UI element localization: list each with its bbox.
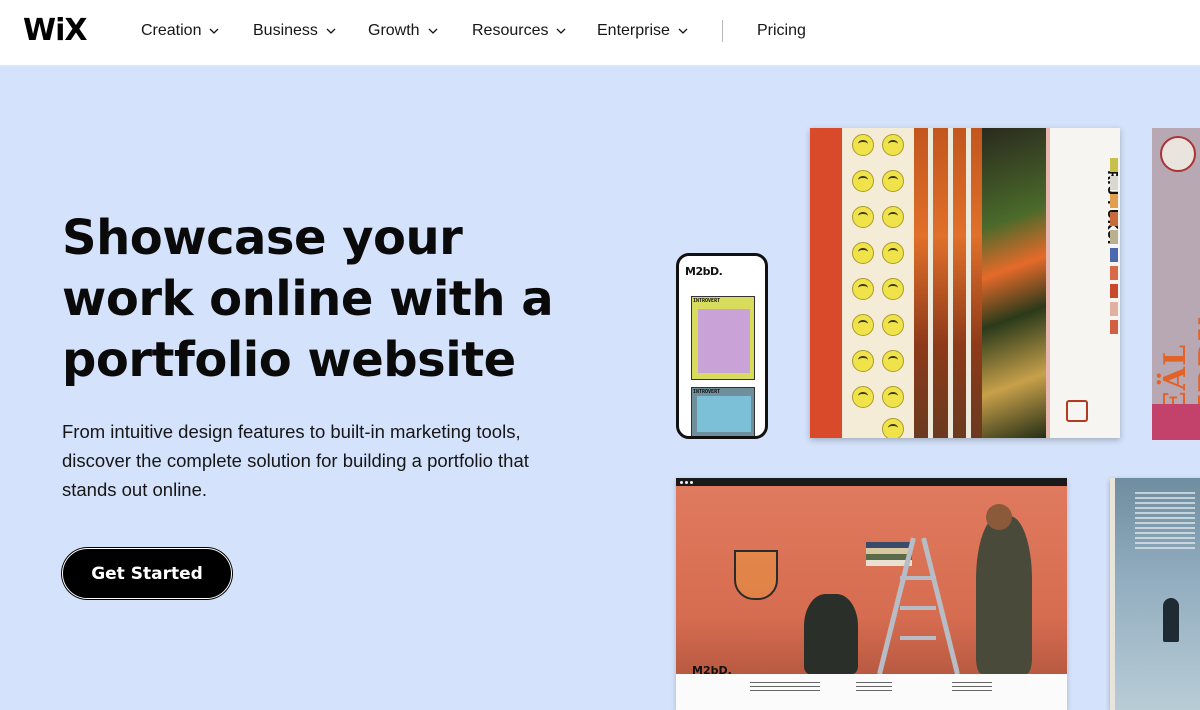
phone-artwork-card bbox=[691, 296, 755, 380]
chevron-down-icon bbox=[326, 28, 336, 34]
person-welder bbox=[804, 594, 858, 674]
nav-resources-label: Resources bbox=[472, 22, 549, 39]
nav-business[interactable]: Business bbox=[253, 21, 337, 41]
phone-site-logo: M2bD. bbox=[685, 265, 723, 278]
nav-divider bbox=[722, 20, 723, 42]
get-started-button[interactable]: Get Started bbox=[62, 548, 232, 599]
nav-pricing-label: Pricing bbox=[757, 22, 806, 39]
wix-logo[interactable]: WiX bbox=[23, 13, 88, 49]
portfolio-website-preview: M2bD. bbox=[676, 478, 1067, 710]
chevron-down-icon bbox=[428, 28, 438, 34]
side-poster: REÄL PERDY bbox=[1152, 128, 1200, 440]
phone-card-title: INTROVERT bbox=[693, 389, 721, 395]
collage-poster: RIU FUKUI bbox=[810, 128, 1120, 438]
side-poster-band bbox=[1152, 404, 1200, 440]
chevron-down-icon bbox=[210, 28, 219, 34]
poster-emblem-icon bbox=[1160, 136, 1196, 172]
phone-artwork-image bbox=[698, 309, 750, 373]
nav-resources[interactable]: Resources bbox=[472, 21, 567, 41]
chevron-down-icon bbox=[678, 28, 688, 34]
headline-line-1: Showcase your bbox=[62, 210, 463, 266]
nav-growth-label: Growth bbox=[368, 22, 420, 39]
hero-section: Showcase your work online with a portfol… bbox=[0, 66, 1200, 710]
headline-line-2: work online with a bbox=[62, 271, 554, 327]
nav-enterprise-label: Enterprise bbox=[597, 22, 670, 39]
headline-line-3: portfolio website bbox=[62, 332, 516, 388]
nav-creation-label: Creation bbox=[141, 22, 202, 39]
nav-creation[interactable]: Creation bbox=[141, 21, 220, 41]
hero-subtext: From intuitive design features to built-… bbox=[62, 421, 529, 500]
phone-artwork-image bbox=[697, 396, 751, 432]
browser-bar bbox=[676, 478, 1067, 486]
phone-card-title: INTROVERT bbox=[693, 298, 721, 304]
poster-color-swatches bbox=[1110, 158, 1118, 418]
poster-tropical-strip bbox=[982, 128, 1052, 438]
nav-pricing[interactable]: Pricing bbox=[757, 21, 806, 41]
magazine-figure bbox=[1163, 598, 1179, 642]
phone-mockup: M2bD. INTROVERT INTROVERT bbox=[676, 253, 768, 439]
chevron-down-icon bbox=[557, 28, 566, 34]
person-hat bbox=[986, 504, 1012, 530]
nav-growth[interactable]: Growth bbox=[368, 21, 439, 41]
magazine-mockup bbox=[1110, 478, 1200, 710]
site-logo: M2bD. bbox=[692, 664, 732, 677]
poster-smiley-strip bbox=[842, 128, 922, 438]
nav-enterprise[interactable]: Enterprise bbox=[597, 21, 689, 41]
hero-headline: Showcase your work online with a portfol… bbox=[62, 208, 582, 391]
nav-business-label: Business bbox=[253, 22, 318, 39]
site-hero-photo bbox=[676, 486, 1067, 675]
top-navigation-bar: WiX Creation Business Growth Resources E… bbox=[0, 0, 1200, 66]
site-footer bbox=[676, 674, 1067, 710]
fruit-basket bbox=[734, 550, 778, 600]
person-climber bbox=[976, 516, 1032, 674]
poster-logo-badge bbox=[1066, 400, 1088, 422]
magazine-text bbox=[1135, 492, 1195, 552]
